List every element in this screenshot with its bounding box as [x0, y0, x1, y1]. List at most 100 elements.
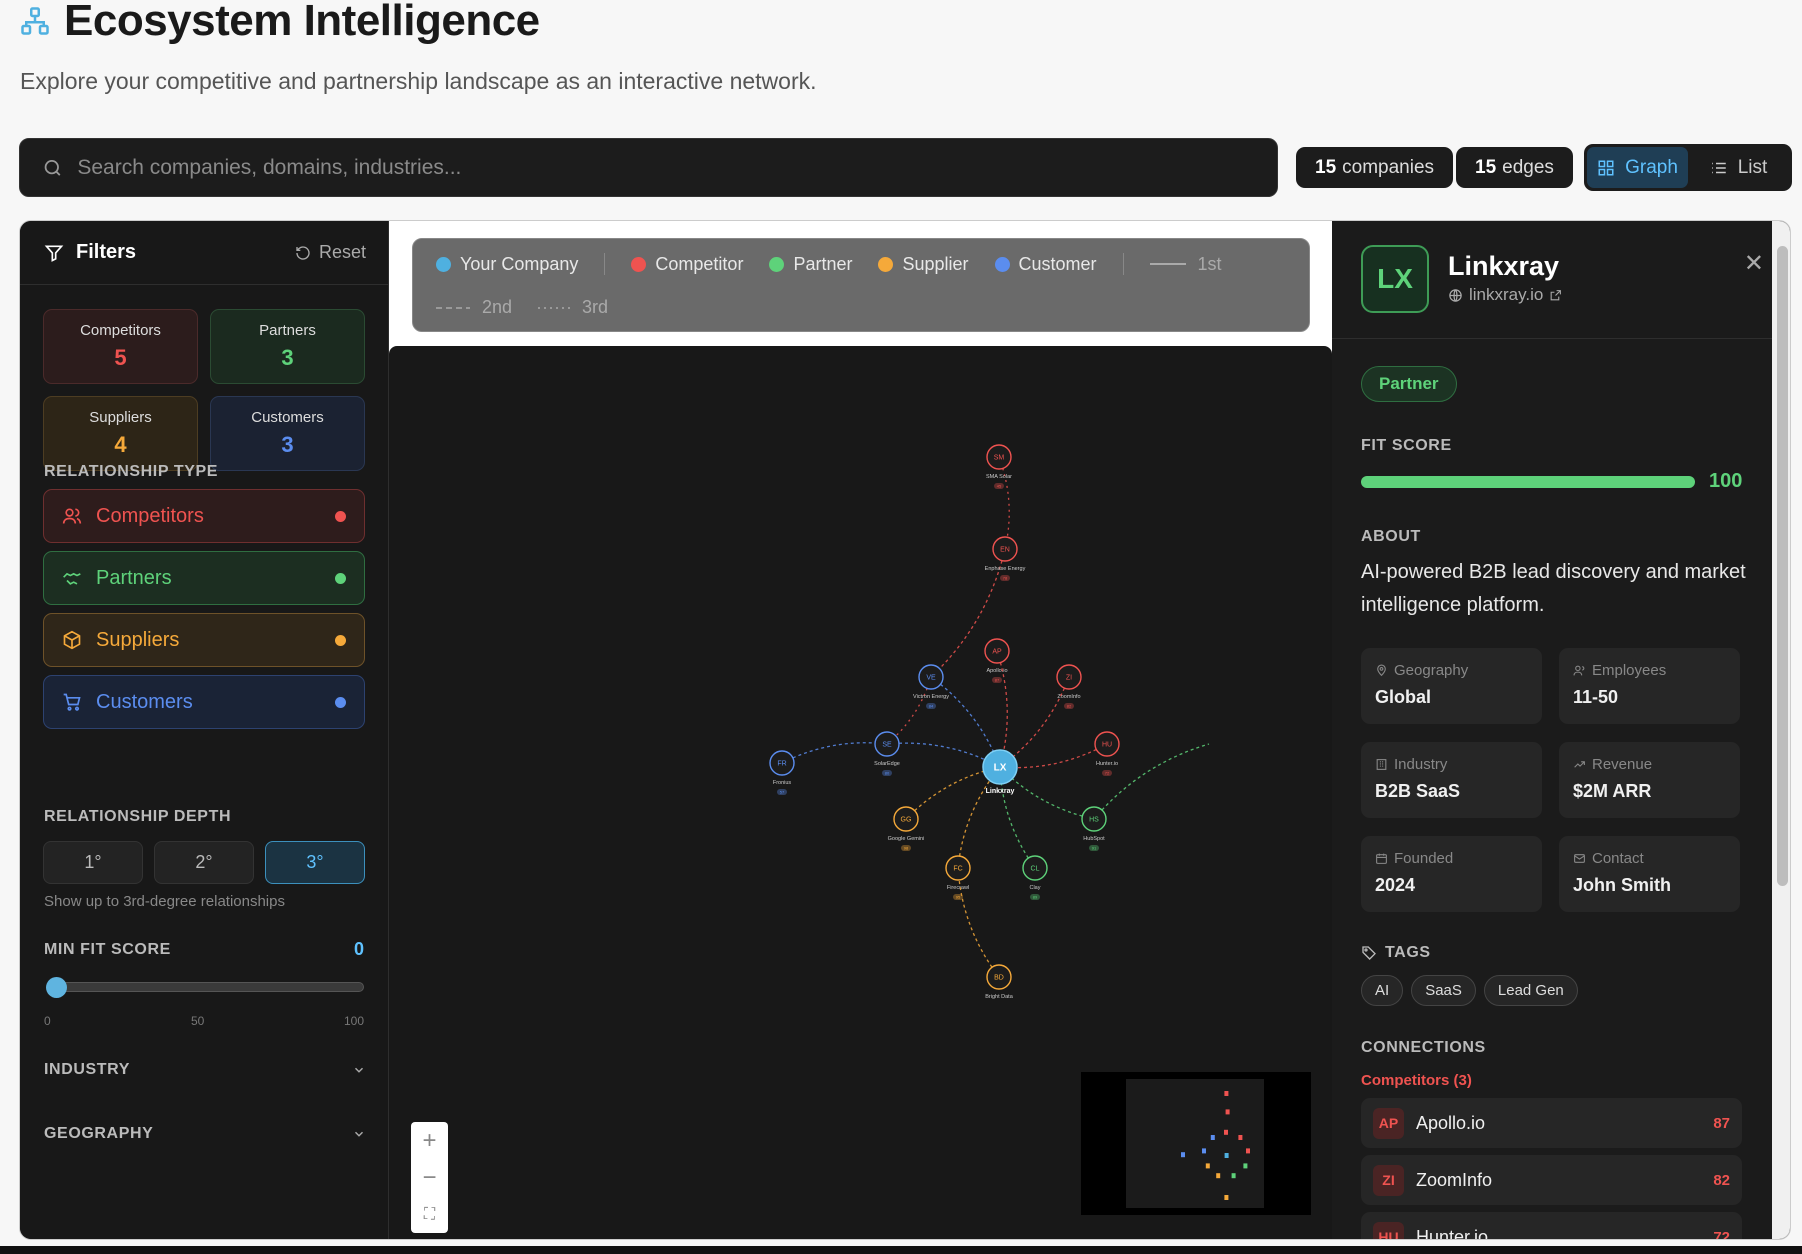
- fit-score-label: FIT SCORE: [1361, 437, 1452, 454]
- solid-line-icon: [1149, 263, 1186, 265]
- min-fit-slider[interactable]: [46, 977, 364, 998]
- stat-value: 3: [281, 345, 294, 370]
- status-dot: [335, 634, 346, 646]
- connection-item[interactable]: AP Apollo.io 87: [1361, 1098, 1742, 1148]
- graph-node-zi[interactable]: ZI ZoomInfo 82: [1056, 664, 1082, 709]
- detail-header: LX Linkxray linkxray.io ✕: [1332, 221, 1790, 339]
- company-detail-panel: LX Linkxray linkxray.io ✕ Partner FIT SC…: [1332, 221, 1790, 1240]
- node-label: Apollo.io: [986, 668, 1007, 674]
- node-label: Enphase Energy: [985, 566, 1026, 572]
- fit-view-button[interactable]: ⛶: [411, 1196, 448, 1233]
- graph-node-hs[interactable]: HS HubSpot 91: [1081, 806, 1107, 851]
- depth-1-button[interactable]: 1°: [43, 841, 143, 884]
- connection-item[interactable]: ZI ZoomInfo 82: [1361, 1155, 1742, 1205]
- reset-label: Reset: [318, 242, 366, 262]
- filter-customers[interactable]: Customers: [43, 675, 365, 729]
- list-view-label: List: [1737, 156, 1768, 178]
- node-abbr: LX: [994, 763, 1007, 774]
- info-key: Geography: [1375, 662, 1528, 679]
- graph-node-en[interactable]: EN Enphase Energy 78: [985, 536, 1026, 581]
- info-value: 11-50: [1573, 687, 1619, 707]
- graph-node-hu[interactable]: HU Hunter.io 72: [1094, 731, 1120, 776]
- tick-label: 0: [44, 1014, 51, 1028]
- node-abbr: VE: [926, 675, 936, 682]
- legend-label: 1st: [1197, 253, 1222, 274]
- node-abbr: ZI: [1066, 675, 1072, 682]
- node-abbr: GG: [901, 817, 912, 824]
- legend-1st-degree: 1st: [1149, 253, 1222, 275]
- node-score: 78: [1003, 576, 1008, 581]
- status-dot: [335, 572, 346, 584]
- minimap-node: [1202, 1148, 1206, 1154]
- graph-node-se[interactable]: SE SolarEdge 80: [874, 731, 900, 776]
- search-icon: [44, 159, 61, 176]
- legend-label: 2nd: [482, 297, 513, 317]
- graph-node-fc[interactable]: FC Firecrawl 95: [945, 855, 971, 900]
- tags-heading: TAGS: [1361, 944, 1431, 962]
- tag-chip[interactable]: AI: [1361, 975, 1404, 1006]
- page-title: Ecosystem Intelligence: [64, 0, 540, 45]
- depth-2-button[interactable]: 2°: [154, 841, 254, 884]
- filter-partners[interactable]: Partners: [43, 551, 365, 605]
- info-key: Founded: [1375, 850, 1528, 867]
- node-abbr: HS: [1089, 817, 1099, 824]
- relationship-type-label: RELATIONSHIP TYPE: [44, 463, 219, 480]
- stat-suppliers: Suppliers 4: [43, 396, 198, 471]
- depth-3-button[interactable]: 3°: [265, 841, 365, 884]
- industry-dropdown[interactable]: INDUSTRY: [44, 1061, 366, 1079]
- node-score: 72: [1105, 771, 1110, 776]
- legend-2nd-degree: 2nd: [436, 297, 512, 318]
- info-industry: Industry B2B SaaS: [1361, 742, 1542, 818]
- info-value: Global: [1375, 687, 1432, 707]
- stat-label: Competitors: [80, 322, 161, 339]
- network-icon: [21, 7, 49, 35]
- min-fit-value: 0: [353, 939, 364, 959]
- graph-node-fr[interactable]: FR Fronius 57: [769, 750, 795, 795]
- reset-button[interactable]: Reset: [295, 242, 366, 263]
- connection-name: Hunter.io: [1416, 1226, 1489, 1240]
- graph-node-gg[interactable]: GG Google Gemini 98: [888, 806, 925, 851]
- graph-view-label: Graph: [1625, 156, 1678, 178]
- scrollbar-thumb[interactable]: [1777, 246, 1788, 886]
- graph-node-ve[interactable]: VE Victron Energy 84: [913, 664, 949, 709]
- main-frame: Filters Reset Competitors 5 Partners 3 Sup…: [19, 220, 1791, 1240]
- node-label: ZoomInfo: [1057, 694, 1080, 700]
- company-logo: LX: [1361, 245, 1429, 313]
- geography-dropdown[interactable]: GEOGRAPHY: [44, 1125, 366, 1143]
- tag-chip[interactable]: Lead Gen: [1483, 975, 1578, 1006]
- zoom-out-button[interactable]: −: [411, 1159, 448, 1196]
- graph-node-cl[interactable]: CL Clay 89: [1022, 855, 1048, 900]
- legend-competitor: Competitor: [631, 254, 743, 275]
- graph-node-sm[interactable]: SM SMA Solar 45: [986, 444, 1012, 489]
- tag-icon: [1362, 946, 1376, 960]
- legend-label: Your Company: [460, 253, 579, 274]
- graph-view-button[interactable]: Graph: [1587, 147, 1688, 188]
- detail-scrollbar[interactable]: [1772, 221, 1790, 1239]
- tag-chip[interactable]: SaaS: [1411, 975, 1476, 1006]
- search-bar[interactable]: [19, 138, 1278, 197]
- minimap-node: [1205, 1163, 1210, 1169]
- info-key: Contact: [1573, 850, 1726, 867]
- node-abbr: HU: [1102, 742, 1112, 749]
- legend-label: 3rd: [582, 297, 609, 317]
- filter-label: Partners: [96, 566, 172, 589]
- graph-node-bd[interactable]: BD Bright Data: [985, 964, 1014, 1000]
- list-view-button[interactable]: List: [1688, 147, 1789, 188]
- package-icon: [63, 630, 81, 650]
- info-value: $2M ARR: [1573, 781, 1652, 801]
- zoom-in-button[interactable]: +: [411, 1122, 448, 1159]
- filter-suppliers[interactable]: Suppliers: [43, 613, 365, 667]
- filter-competitors[interactable]: Competitors: [43, 489, 365, 543]
- search-input[interactable]: [77, 155, 1255, 180]
- connection-item[interactable]: HU Hunter.io 72: [1361, 1212, 1742, 1240]
- graph-node-ap[interactable]: AP Apollo.io 87: [984, 638, 1010, 683]
- close-icon[interactable]: ✕: [1744, 249, 1764, 278]
- status-dot: [335, 510, 346, 522]
- company-domain-link[interactable]: linkxray.io: [1448, 285, 1562, 305]
- graph-node-lx[interactable]: LX Linkxray: [982, 749, 1018, 795]
- minimap[interactable]: [1081, 1072, 1311, 1215]
- graph-canvas[interactable]: SM SMA Solar 45 EN Enphase Energy 78 AP Apollo.…: [389, 346, 1332, 1239]
- connection-avatar: ZI: [1373, 1164, 1404, 1196]
- slider-handle[interactable]: [46, 977, 67, 998]
- minimap-nodes: [1181, 1091, 1250, 1200]
